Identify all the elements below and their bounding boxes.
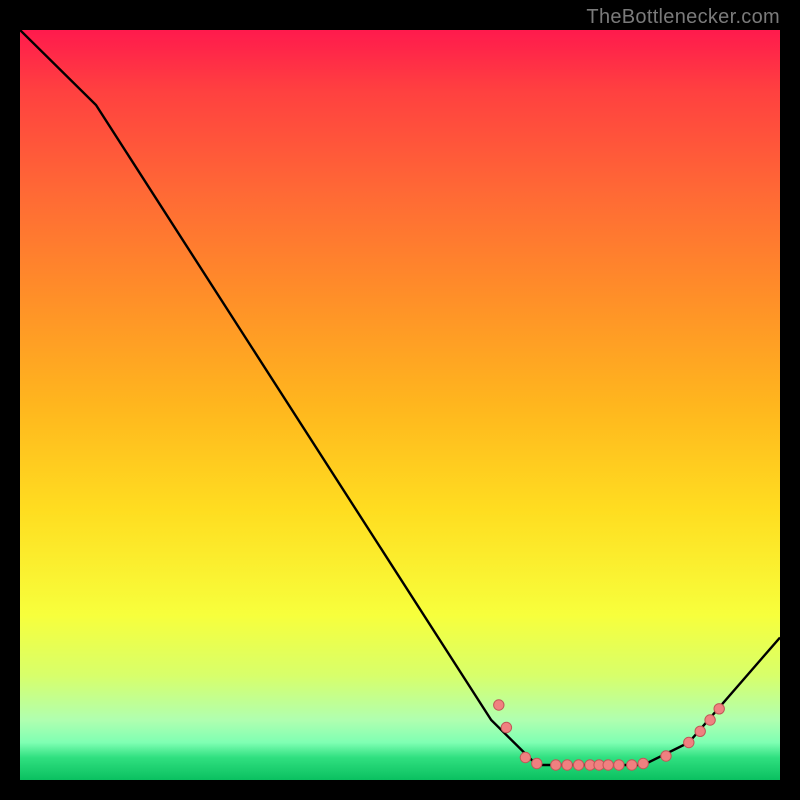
- data-point: [562, 760, 572, 770]
- data-point: [551, 760, 561, 770]
- data-point: [684, 737, 694, 747]
- data-point: [501, 722, 511, 732]
- data-point: [714, 704, 724, 714]
- data-point: [627, 760, 637, 770]
- chart-frame: TheBottlenecker.com: [0, 0, 800, 800]
- data-point: [520, 752, 530, 762]
- data-point: [532, 758, 542, 768]
- data-point: [661, 751, 671, 761]
- data-point: [614, 760, 624, 770]
- data-point: [695, 726, 705, 736]
- dots-group: [494, 700, 725, 770]
- data-point: [573, 760, 583, 770]
- bottleneck-curve: [20, 30, 780, 765]
- data-point: [603, 760, 613, 770]
- watermark-text: TheBottlenecker.com: [586, 6, 780, 29]
- plot-area: [20, 30, 780, 780]
- data-point: [494, 700, 504, 710]
- data-point: [638, 758, 648, 768]
- data-point: [705, 715, 715, 725]
- chart-svg: [20, 30, 780, 780]
